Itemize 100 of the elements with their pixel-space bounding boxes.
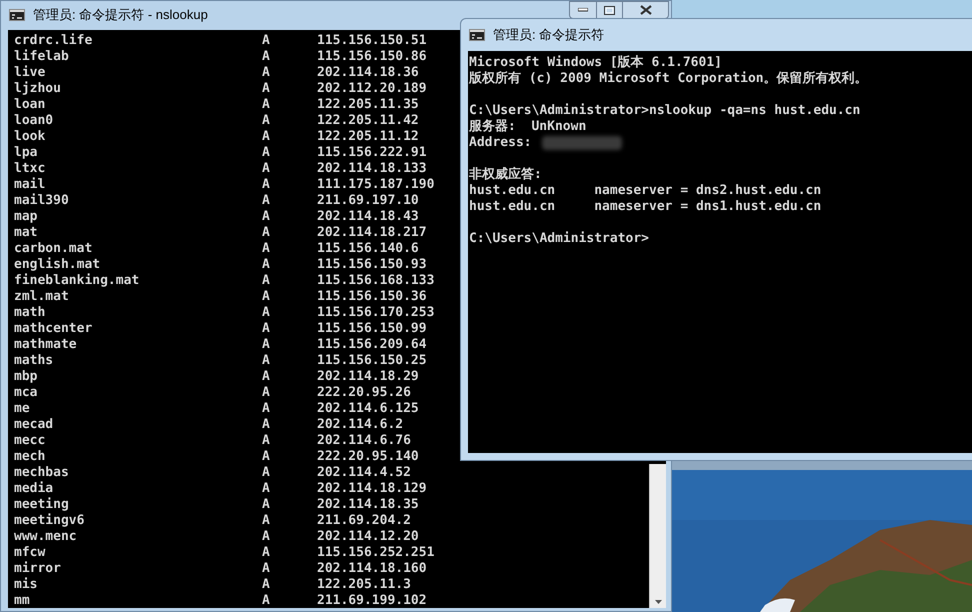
ip-address: 211.69.204.2 (317, 513, 411, 529)
host-name: mathcenter (14, 321, 94, 337)
record-type: A (262, 433, 271, 449)
ip-address: 202.114.18.43 (317, 209, 419, 225)
record-type: A (262, 209, 271, 225)
console-line: Address: (469, 135, 532, 151)
record-type: A (262, 417, 271, 433)
console-line: 版权所有 (c) 2009 Microsoft Corporation。保留所有权利。 (469, 71, 868, 86)
host-name: lifelab (14, 49, 70, 65)
host-name: mail390 (14, 193, 70, 209)
host-name: meetingv6 (14, 513, 86, 529)
record-type: A (262, 257, 271, 273)
host-name: mbp (14, 369, 38, 385)
record-type: A (262, 241, 271, 257)
ip-address: 202.114.18.29 (317, 369, 419, 385)
host-name: mecc (14, 433, 46, 449)
ip-address: 115.156.150.86 (317, 49, 427, 65)
ip-address: 115.156.150.25 (317, 353, 427, 369)
ip-address: 115.156.150.99 (317, 321, 427, 337)
console-line: 服务器: UnKnown (469, 119, 586, 134)
record-type: A (262, 529, 271, 545)
ip-address: 115.156.150.51 (317, 33, 427, 49)
record-type: A (262, 273, 271, 289)
host-name: crdrc.life (14, 33, 94, 49)
console-line: hust.edu.cn nameserver = dns1.hust.edu.cn (469, 199, 822, 214)
record-type: A (262, 385, 271, 401)
ip-address: 115.156.168.133 (317, 273, 434, 289)
host-name: loan0 (14, 113, 54, 129)
maximize-button[interactable] (597, 1, 623, 19)
ip-address: 115.156.140.6 (317, 241, 419, 257)
record-type: A (262, 561, 271, 577)
close-button[interactable] (623, 1, 669, 19)
console-line: hust.edu.cn nameserver = dns2.hust.edu.cn (469, 183, 822, 198)
ip-address: 202.114.18.133 (317, 161, 427, 177)
ip-address: 122.205.11.35 (317, 97, 419, 113)
ip-address: 115.156.222.91 (317, 145, 427, 161)
ip-address: 202.114.18.129 (317, 481, 427, 497)
host-name: me (14, 401, 31, 417)
record-type: A (262, 33, 271, 49)
host-name: mathmate (14, 337, 78, 353)
ip-address: 202.114.6.76 (317, 433, 411, 449)
ip-address: 202.114.4.52 (317, 465, 411, 481)
host-name: meeting (14, 497, 70, 513)
ip-address: 211.69.197.10 (317, 193, 419, 209)
host-name: mechbas (14, 465, 70, 481)
host-name: maths (14, 353, 54, 369)
ip-address: 202.114.12.20 (317, 529, 419, 545)
record-type: A (262, 401, 271, 417)
minimize-button[interactable] (569, 1, 597, 19)
ip-address: 202.114.6.2 (317, 417, 404, 433)
record-type: A (262, 497, 271, 513)
record-type: A (262, 449, 271, 465)
console-line: C:\Users\Administrator> (469, 231, 650, 246)
ip-address: 115.156.150.93 (317, 257, 427, 273)
host-name: look (14, 129, 46, 145)
record-type: A (262, 369, 271, 385)
host-name: mis (14, 577, 38, 593)
host-name: www.menc (14, 529, 78, 545)
host-name: ltxc (14, 161, 46, 177)
record-type: A (262, 321, 271, 337)
host-name: map (14, 209, 38, 225)
host-name: english.mat (14, 257, 102, 273)
ip-address: 115.156.170.253 (317, 305, 434, 321)
record-type: A (262, 145, 271, 161)
host-name: mca (14, 385, 38, 401)
host-name: math (14, 305, 46, 321)
scrollbar[interactable] (649, 464, 666, 608)
record-type: A (262, 225, 271, 241)
ip-address: 115.156.150.36 (317, 289, 427, 305)
record-type: A (262, 129, 271, 145)
console-line: C:\Users\Administrator>nslookup -qa=ns hust.edu.cn (469, 103, 860, 118)
ip-address: 122.205.11.3 (317, 577, 411, 593)
record-type: A (262, 193, 271, 209)
record-type: A (262, 353, 271, 369)
host-name: mm (14, 593, 31, 609)
record-type: A (262, 337, 271, 353)
record-type: A (262, 593, 271, 609)
record-type: A (262, 49, 271, 65)
host-name: carbon.mat (14, 241, 94, 257)
host-name: ljzhou (14, 81, 62, 97)
host-name: live (14, 65, 46, 81)
console-line: Microsoft Windows [版本 6.1.7601] (469, 55, 722, 70)
scroll-down-icon (654, 600, 662, 604)
close-icon (640, 5, 652, 15)
console-line: 非权威应答: (469, 167, 542, 182)
host-name: loan (14, 97, 46, 113)
record-type: A (262, 81, 271, 97)
ip-address: 202.112.20.189 (317, 81, 427, 97)
maximize-icon (604, 6, 615, 14)
host-name: mecad (14, 417, 54, 433)
host-name: mirror (14, 561, 62, 577)
record-type: A (262, 513, 271, 529)
record-type: A (262, 65, 271, 81)
ip-address: 222.20.95.140 (317, 449, 419, 465)
record-type: A (262, 577, 271, 593)
record-type: A (262, 177, 271, 193)
window-title: 管理员: 命令提示符 - nslookup (33, 6, 208, 24)
window-title: 管理员: 命令提示符 (493, 26, 604, 44)
record-type: A (262, 305, 271, 321)
host-name: fineblanking.mat (14, 273, 140, 289)
